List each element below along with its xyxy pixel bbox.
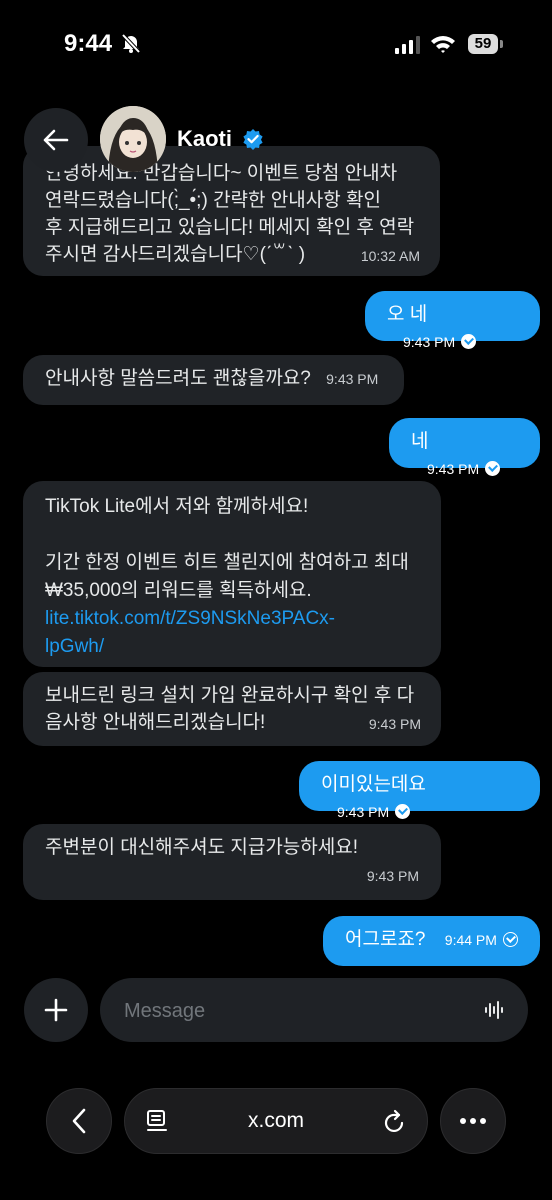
message-text: ₩35,000의 리워드를 획득하세요. — [45, 580, 312, 601]
message-incoming[interactable]: 안내사항 말씀드려도 괜찮을까요? 9:43 PM — [23, 355, 404, 405]
message-text: 안내사항 말씀드려도 괜찮을까요? — [45, 368, 311, 389]
message-incoming[interactable]: 주변분이 대신해주셔도 지급가능하세요! 9:43 PM — [23, 824, 441, 900]
verified-badge-icon — [242, 128, 264, 155]
message-outgoing[interactable]: 오 네 9:43 PM — [365, 291, 540, 350]
message-timestamp: 9:43 PM — [427, 456, 501, 483]
message-text: 오 네 — [387, 304, 428, 325]
wifi-icon — [430, 34, 456, 59]
message-input-container — [100, 978, 528, 1044]
message-text: 어그로죠? — [345, 929, 426, 950]
message-text: 주시면 감사드리겠습니다♡(ˊ꒳ˋ ) — [45, 244, 306, 265]
message-timestamp: 9:43 PM — [403, 329, 477, 356]
message-text: 후 지급해드리고 있습니다! 메세지 확인 후 연락 — [45, 217, 415, 238]
add-attachment-button[interactable] — [24, 978, 88, 1042]
conversation-header: Kaoti — [0, 100, 552, 172]
more-options-button[interactable] — [440, 1088, 506, 1154]
message-timestamp: 9:43 PM — [366, 868, 419, 884]
contact-name[interactable]: Kaoti — [177, 126, 232, 152]
battery-indicator: 59 — [468, 34, 503, 54]
back-button[interactable] — [24, 108, 88, 172]
ellipsis-icon — [441, 1089, 505, 1153]
address-bar[interactable]: x.com — [124, 1088, 428, 1154]
browser-toolbar: x.com — [0, 1086, 552, 1156]
message-timestamp: 9:43 PM — [337, 799, 411, 826]
message-link[interactable]: lite.tiktok.com/t/ZS9NSkNe3PACx- — [45, 605, 419, 633]
message-link[interactable]: lpGwh/ — [45, 633, 419, 661]
message-text: TikTok Lite에서 저와 함께하세요! — [45, 496, 309, 517]
message-timestamp: 9:43 PM — [368, 716, 421, 732]
message-text: 주변분이 대신해주셔도 지급가능하세요! — [45, 837, 358, 858]
voice-waveform-icon[interactable] — [484, 1000, 504, 1025]
message-outgoing[interactable]: 네 9:43 PM — [389, 418, 540, 477]
read-receipt-icon — [461, 334, 477, 349]
message-timestamp: 9:43 PM — [326, 371, 379, 387]
message-timestamp: 10:32 AM — [360, 248, 420, 264]
message-text: 보내드린 링크 설치 가입 완료하시구 확인 후 다 — [45, 685, 415, 706]
message-text: 음사항 안내해드리겠습니다! — [45, 712, 266, 733]
message-input[interactable] — [122, 978, 466, 1044]
message-timestamp: 9:44 PM — [445, 927, 518, 954]
status-bar: 9:44 59 — [0, 0, 552, 90]
sent-receipt-icon — [502, 932, 518, 947]
plus-icon — [24, 978, 88, 1042]
message-text: 기간 한정 이벤트 히트 챌린지에 참여하고 최대 — [45, 552, 409, 573]
read-receipt-icon — [395, 804, 411, 819]
avatar[interactable] — [100, 106, 166, 172]
arrow-left-icon — [24, 108, 88, 172]
message-text: 연락드렸습니다(;̀_•́;) 간략한 안내사항 확인 — [45, 190, 381, 211]
message-text: 네 — [411, 431, 429, 452]
message-incoming[interactable]: TikTok Lite에서 저와 함께하세요! 기간 한정 이벤트 히트 챌린지… — [23, 481, 441, 667]
status-time: 9:44 — [64, 30, 113, 57]
read-receipt-icon — [485, 461, 501, 476]
message-composer — [0, 976, 552, 1046]
message-text: 이미있는데요 — [321, 774, 426, 795]
cellular-signal-icon — [395, 36, 421, 59]
message-outgoing[interactable]: 어그로죠? 9:44 PM — [323, 916, 540, 966]
message-incoming[interactable]: 보내드린 링크 설치 가입 완료하시구 확인 후 다 음사항 안내해드리겠습니다… — [23, 672, 441, 746]
reload-icon[interactable] — [383, 1109, 407, 1140]
chevron-left-icon — [47, 1089, 111, 1153]
message-outgoing[interactable]: 이미있는데요 9:43 PM — [299, 761, 540, 820]
browser-back-button[interactable] — [46, 1088, 112, 1154]
url-text: x.com — [247, 1109, 304, 1132]
bell-muted-icon — [120, 32, 142, 59]
